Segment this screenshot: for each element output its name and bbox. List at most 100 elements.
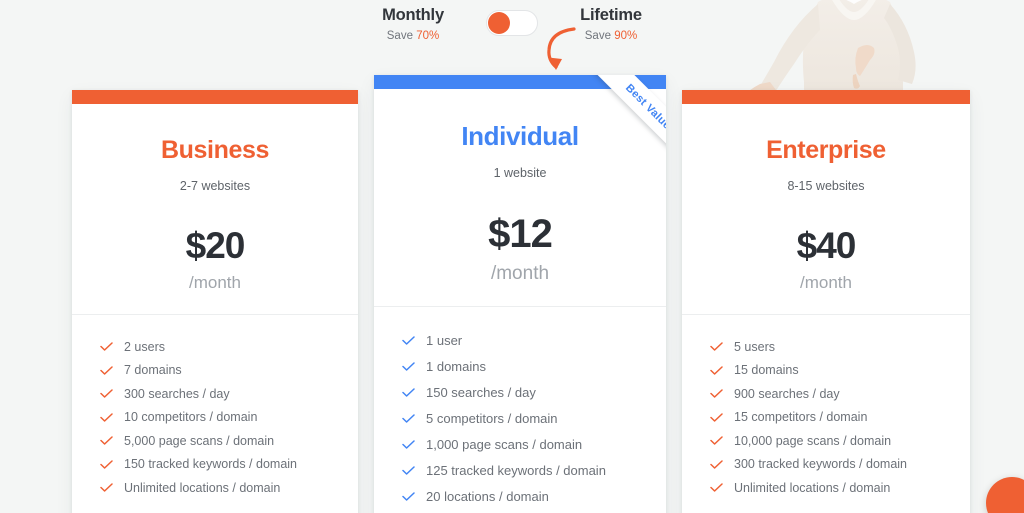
billing-lifetime-save-prefix: Save — [584, 30, 611, 42]
feature-label: 125 tracked keywords / domain — [426, 462, 606, 478]
billing-lifetime-save-value: 90% — [614, 30, 638, 42]
check-icon — [710, 366, 723, 375]
plan-name: Individual — [461, 121, 579, 151]
card-accent-bar — [682, 90, 970, 104]
check-icon — [710, 483, 723, 492]
feature-item: 15 domains — [710, 359, 970, 383]
check-icon — [402, 413, 415, 423]
feature-label: Unlimited locations / domain — [734, 480, 891, 495]
feature-label: 5 competitors / domain — [426, 410, 558, 426]
feature-label: 300 searches / day — [124, 386, 230, 401]
feature-item: 1 user — [402, 327, 666, 353]
feature-label: Unlimited locations / domain — [124, 480, 281, 495]
check-icon — [100, 389, 113, 398]
see-more-link[interactable]: See More — [682, 500, 970, 513]
pricing-card-enterprise[interactable]: Enterprise 8-15 websites $40 /month 5 us… — [682, 90, 970, 513]
check-icon — [710, 389, 723, 398]
feature-label: 1,000 page scans / domain — [426, 436, 583, 452]
plan-name: Business — [161, 136, 269, 164]
check-icon — [710, 413, 723, 422]
check-icon — [710, 436, 723, 445]
feature-item: 15 competitors / domain — [710, 406, 970, 430]
billing-period-switch[interactable] — [486, 10, 538, 36]
billing-lifetime-label: Lifetime — [580, 6, 642, 24]
billing-monthly-save-value: 70% — [416, 30, 440, 42]
feature-item: 300 searches / day — [100, 382, 358, 406]
card-body: Enterprise 8-15 websites $40 /month 5 us… — [682, 136, 970, 513]
feature-item: 150 searches / day — [402, 379, 666, 405]
feature-item: 5,000 page scans / domain — [100, 429, 358, 453]
feature-item: 125 tracked keywords / domain — [402, 457, 666, 483]
see-more-link[interactable]: See More — [374, 509, 666, 513]
plan-price: $20 — [185, 225, 246, 266]
billing-monthly-label: Monthly — [382, 6, 444, 24]
plan-period: /month — [490, 263, 550, 284]
feature-label: 1 domains — [426, 358, 486, 374]
feature-label: 10,000 page scans / domain — [734, 433, 892, 448]
check-icon — [100, 342, 113, 351]
check-icon — [402, 387, 415, 397]
plan-sites: 2-7 websites — [179, 179, 251, 193]
feature-item: 1,000 page scans / domain — [402, 431, 666, 457]
feature-label: 150 searches / day — [426, 384, 536, 400]
chat-bubble-button[interactable] — [986, 477, 1024, 513]
see-more-link[interactable]: See More — [72, 500, 358, 513]
plan-sites: 8-15 websites — [787, 179, 865, 193]
check-icon — [100, 413, 113, 422]
plan-name: Enterprise — [766, 136, 886, 164]
check-icon — [710, 342, 723, 351]
plan-price: $40 — [796, 225, 857, 266]
feature-label: 300 tracked keywords / domain — [734, 457, 908, 472]
feature-label: 7 domains — [124, 363, 182, 378]
plan-period: /month — [189, 273, 241, 292]
feature-item: Unlimited locations / domain — [100, 476, 358, 500]
check-icon — [402, 335, 415, 345]
card-body: Business 2-7 websites $20 /month 2 users… — [72, 136, 358, 513]
check-icon — [100, 483, 113, 492]
plan-sites: 1 website — [493, 166, 547, 180]
feature-label: 20 locations / domain — [426, 488, 549, 504]
feature-label: 15 competitors / domain — [734, 410, 868, 425]
card-accent-bar — [72, 90, 358, 104]
pricing-page: Monthly Save 70% Lifetime Save 90% Busin — [0, 0, 1024, 513]
feature-list: 2 users 7 domains 300 searches / day 10 … — [72, 315, 358, 500]
feature-label: 2 users — [124, 339, 165, 354]
pricing-card-business[interactable]: Business 2-7 websites $20 /month 2 users… — [72, 90, 358, 513]
feature-item: 5 competitors / domain — [402, 405, 666, 431]
billing-toggle: Monthly Save 70% Lifetime Save 90% — [0, 2, 1024, 42]
plan-period: /month — [800, 273, 852, 292]
feature-list: 5 users 15 domains 900 searches / day 15… — [682, 315, 970, 500]
check-icon — [710, 460, 723, 469]
billing-monthly-save: Save 70% — [358, 30, 468, 42]
card-accent-bar — [374, 75, 666, 89]
check-icon — [402, 465, 415, 475]
check-icon — [402, 491, 415, 501]
feature-item: 10 competitors / domain — [100, 406, 358, 430]
billing-option-monthly[interactable]: Monthly Save 70% — [358, 2, 468, 42]
feature-item: 900 searches / day — [710, 382, 970, 406]
curved-down-arrow-icon — [536, 26, 588, 76]
plan-price: $12 — [488, 212, 553, 256]
check-icon — [100, 460, 113, 469]
pricing-card-individual[interactable]: Best Value Individual 1 website $12 /mon… — [374, 75, 666, 513]
billing-monthly-save-prefix: Save — [386, 30, 413, 42]
feature-item: 7 domains — [100, 359, 358, 383]
card-body: Individual 1 website $12 /month 1 user 1… — [374, 121, 666, 513]
switch-knob[interactable] — [488, 12, 510, 34]
check-icon — [402, 439, 415, 449]
feature-label: 150 tracked keywords / domain — [124, 457, 298, 472]
check-icon — [402, 361, 415, 371]
feature-label: 5 users — [734, 339, 775, 354]
feature-item: 5 users — [710, 335, 970, 359]
feature-label: 5,000 page scans / domain — [124, 433, 275, 448]
feature-item: 300 tracked keywords / domain — [710, 453, 970, 477]
feature-item: Unlimited locations / domain — [710, 476, 970, 500]
feature-list: 1 user 1 domains 150 searches / day 5 co… — [374, 307, 666, 509]
feature-item: 1 domains — [402, 353, 666, 379]
feature-label: 1 user — [426, 332, 463, 348]
feature-item: 150 tracked keywords / domain — [100, 453, 358, 477]
feature-item: 20 locations / domain — [402, 483, 666, 509]
feature-label: 900 searches / day — [734, 386, 840, 401]
feature-item: 2 users — [100, 335, 358, 359]
check-icon — [100, 366, 113, 375]
